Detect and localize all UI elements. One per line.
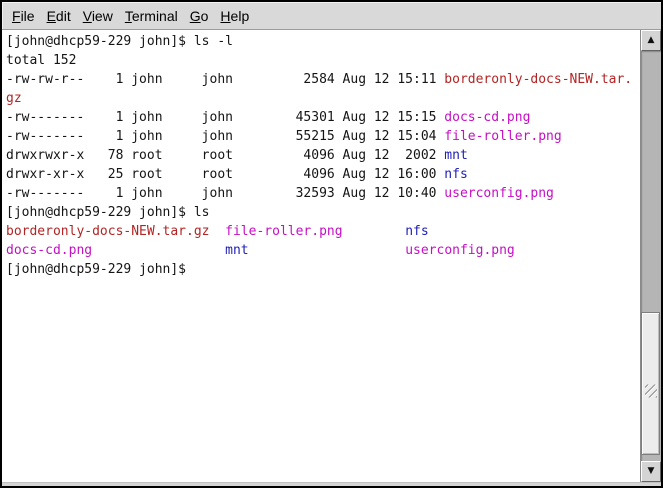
scrollbar-grip-icon <box>645 384 657 397</box>
terminal-line: [john@dhcp59-229 john]$ <box>6 260 640 279</box>
down-arrow-icon: ▼ <box>648 467 655 476</box>
terminal-line: -rw------- 1 john john 32593 Aug 12 10:4… <box>6 184 640 203</box>
terminal-text-segment: userconfig.png <box>444 186 554 201</box>
terminal-text-segment: mnt <box>225 243 248 258</box>
terminal-text-segment: nfs <box>444 167 467 182</box>
terminal-text-segment: file-roller.png <box>444 129 561 144</box>
menu-help[interactable]: Help <box>214 5 255 27</box>
terminal-line: total 152 <box>6 51 640 70</box>
terminal-text-segment: docs-cd.png <box>444 110 530 125</box>
menu-bar: FileEditViewTerminalGoHelp <box>2 2 661 30</box>
up-arrow-icon: ▲ <box>648 36 655 45</box>
menu-go-mnemonic: G <box>190 8 201 24</box>
terminal-line: drwxrwxr-x 78 root root 4096 Aug 12 2002… <box>6 146 640 165</box>
menu-file[interactable]: File <box>6 5 41 27</box>
terminal-text-segment: nfs <box>405 224 428 239</box>
menu-edit-mnemonic: E <box>47 8 56 24</box>
terminal-text-segment <box>210 224 226 239</box>
terminal-line: gz <box>6 89 640 108</box>
terminal-text-segment <box>92 243 225 258</box>
terminal-text-segment: userconfig.png <box>405 243 515 258</box>
menu-file-mnemonic: F <box>12 8 21 24</box>
terminal-text-segment <box>249 243 406 258</box>
terminal-line: drwxr-xr-x 25 root root 4096 Aug 12 16:0… <box>6 165 640 184</box>
menu-terminal[interactable]: Terminal <box>119 5 184 27</box>
scrollbar-trough[interactable] <box>641 51 661 461</box>
terminal-text-segment: [john@dhcp59-229 john]$ <box>6 262 194 277</box>
terminal-text-segment: [john@dhcp59-229 john]$ ls <box>6 205 210 220</box>
terminal-window: FileEditViewTerminalGoHelp [john@dhcp59-… <box>0 0 663 488</box>
terminal-text-segment: -rw------- 1 john john 32593 Aug 12 10:4… <box>6 186 444 201</box>
terminal-text-segment: docs-cd.png <box>6 243 92 258</box>
terminal-line: -rw------- 1 john john 45301 Aug 12 15:1… <box>6 108 640 127</box>
window-frame-bottom <box>2 482 661 486</box>
terminal-text-segment: -rw------- 1 john john 45301 Aug 12 15:1… <box>6 110 444 125</box>
menu-help-mnemonic: H <box>220 8 230 24</box>
menu-terminal-mnemonic: T <box>125 8 132 24</box>
terminal-text-segment: gz <box>6 91 22 106</box>
terminal-text-segment <box>343 224 406 239</box>
terminal-line: -rw-rw-r-- 1 john john 2584 Aug 12 15:11… <box>6 70 640 89</box>
terminal-text-segment: [john@dhcp59-229 john]$ ls -l <box>6 34 233 49</box>
terminal-line: [john@dhcp59-229 john]$ ls -l <box>6 32 640 51</box>
terminal-text-segment: -rw------- 1 john john 55215 Aug 12 15:0… <box>6 129 444 144</box>
scrollbar-thumb[interactable] <box>641 312 660 455</box>
terminal-text-segment: total 152 <box>6 53 76 68</box>
terminal-text-segment: mnt <box>444 148 467 163</box>
scroll-down-button[interactable]: ▼ <box>641 461 661 482</box>
terminal-line: borderonly-docs-NEW.tar.gz file-roller.p… <box>6 222 640 241</box>
terminal-text-segment: borderonly-docs-NEW.tar.gz <box>6 224 210 239</box>
menu-view-mnemonic: V <box>83 8 92 24</box>
terminal-output[interactable]: [john@dhcp59-229 john]$ ls -l total 152 -r… <box>2 30 640 482</box>
terminal-text-segment: -rw-rw-r-- 1 john john 2584 Aug 12 15:11 <box>6 72 444 87</box>
menu-edit[interactable]: Edit <box>41 5 77 27</box>
terminal-content: [john@dhcp59-229 john]$ ls -l total 152 -r… <box>2 30 661 482</box>
scrollbar[interactable]: ▲ ▼ <box>640 30 661 482</box>
menu-go[interactable]: Go <box>184 5 215 27</box>
terminal-line: -rw------- 1 john john 55215 Aug 12 15:0… <box>6 127 640 146</box>
terminal-text-segment: borderonly-docs-NEW.tar. <box>444 72 632 87</box>
scroll-up-button[interactable]: ▲ <box>641 30 661 51</box>
terminal-line: [john@dhcp59-229 john]$ ls <box>6 203 640 222</box>
terminal-text-segment: file-roller.png <box>225 224 342 239</box>
terminal-text-segment: drwxrwxr-x 78 root root 4096 Aug 12 2002 <box>6 148 444 163</box>
terminal-text-segment: drwxr-xr-x 25 root root 4096 Aug 12 16:0… <box>6 167 444 182</box>
menu-view[interactable]: View <box>77 5 119 27</box>
terminal-line: docs-cd.png mnt userconfig.png <box>6 241 640 260</box>
